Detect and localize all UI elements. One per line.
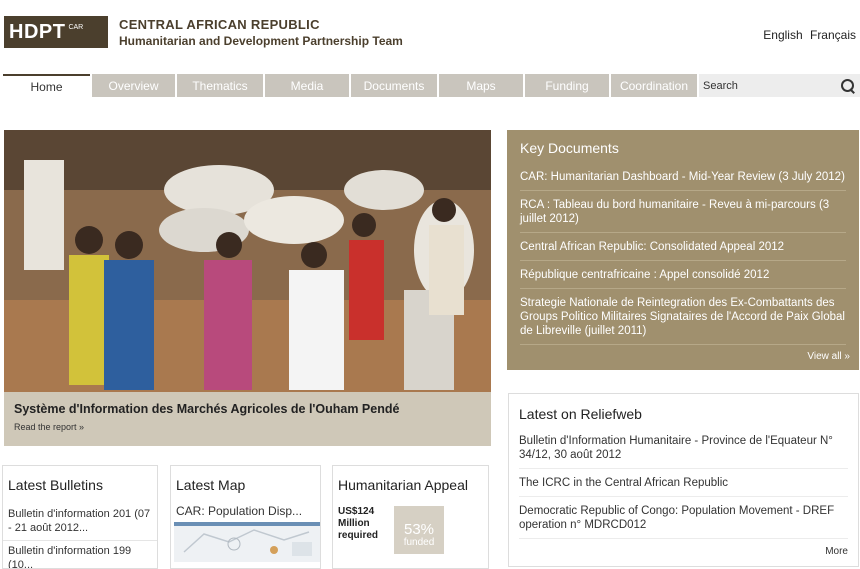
humanitarian-appeal-heading: Humanitarian Appeal <box>338 477 468 493</box>
nav-home[interactable]: Home <box>3 74 90 97</box>
featured-title[interactable]: Système d'Information des Marchés Agrico… <box>14 402 481 416</box>
map-title-link[interactable]: CAR: Population Disp... <box>171 504 320 518</box>
map-thumbnail-graphic <box>174 522 320 562</box>
map-thumbnail-image[interactable] <box>174 522 320 562</box>
funded-indicator[interactable]: 53% funded <box>394 506 444 554</box>
main-nav: Home Overview Thematics Media Documents … <box>3 74 860 97</box>
logo-sub-text: CAR <box>68 23 84 31</box>
lang-english-link[interactable]: English <box>763 28 802 42</box>
appeal-summary: US$124 Million required 53% funded <box>333 504 488 556</box>
search-input[interactable]: Search <box>703 80 738 92</box>
org-name-line1: CENTRAL AFRICAN REPUBLIC <box>119 17 320 32</box>
key-document-link[interactable]: République centrafricaine : Appel consol… <box>520 268 846 289</box>
funded-percent: 53% <box>403 521 435 538</box>
search-box[interactable]: Search <box>699 74 860 97</box>
latest-bulletins-heading: Latest Bulletins <box>8 477 103 493</box>
reliefweb-link[interactable]: Democratic Republic of Congo: Population… <box>519 504 848 539</box>
language-switcher: English Français <box>759 28 856 42</box>
key-documents-heading: Key Documents <box>520 140 619 156</box>
reliefweb-link[interactable]: Bulletin d'Information Humanitaire - Pro… <box>519 434 848 469</box>
view-all-link[interactable]: View all » <box>807 351 850 362</box>
latest-map-heading: Latest Map <box>176 477 246 493</box>
search-icon[interactable] <box>840 78 856 94</box>
appeal-amount: US$124 Million required <box>338 506 379 541</box>
featured-story[interactable]: Système d'Information des Marchés Agrico… <box>4 130 491 446</box>
logo-text: HDPT <box>9 20 66 43</box>
market-photo-image <box>4 130 491 392</box>
key-documents-panel: Key Documents CAR: Humanitarian Dashboar… <box>507 130 859 370</box>
nav-maps[interactable]: Maps <box>439 74 523 97</box>
key-document-link[interactable]: Central African Republic: Consolidated A… <box>520 240 846 261</box>
funded-label: funded <box>403 537 435 548</box>
reliefweb-panel: Latest on Reliefweb Bulletin d'Informati… <box>508 393 859 567</box>
humanitarian-appeal-panel: Humanitarian Appeal US$124 Million requi… <box>332 465 489 569</box>
key-document-link[interactable]: CAR: Humanitarian Dashboard - Mid-Year R… <box>520 170 846 191</box>
nav-media[interactable]: Media <box>265 74 349 97</box>
nav-thematics[interactable]: Thematics <box>177 74 263 97</box>
featured-caption: Système d'Information des Marchés Agrico… <box>4 392 491 446</box>
reliefweb-heading: Latest on Reliefweb <box>519 406 642 422</box>
reliefweb-link[interactable]: The ICRC in the Central African Republic <box>519 476 848 497</box>
nav-overview[interactable]: Overview <box>92 74 175 97</box>
lang-french-link[interactable]: Français <box>810 28 856 42</box>
latest-map-panel: Latest Map CAR: Population Disp... <box>170 465 321 569</box>
more-link[interactable]: More <box>825 546 848 557</box>
org-name-line2: Humanitarian and Development Partnership… <box>119 34 403 48</box>
org-name: CENTRAL AFRICAN REPUBLIC Humanitarian an… <box>119 17 403 48</box>
nav-funding[interactable]: Funding <box>525 74 609 97</box>
key-document-link[interactable]: Strategie Nationale de Reintegration des… <box>520 296 846 345</box>
bulletin-link[interactable]: Bulletin d'information 201 (07 - 21 août… <box>3 504 157 541</box>
read-report-link[interactable]: Read the report » <box>14 422 481 432</box>
hdpt-logo[interactable]: HDPT CAR <box>4 16 108 48</box>
latest-bulletins-panel: Latest Bulletins Bulletin d'information … <box>2 465 158 569</box>
nav-documents[interactable]: Documents <box>351 74 437 97</box>
bulletin-link[interactable]: Bulletin d'information 199 (10... <box>3 541 157 568</box>
key-document-link[interactable]: RCA : Tableau du bord humanitaire - Reve… <box>520 198 846 233</box>
nav-coordination[interactable]: Coordination <box>611 74 697 97</box>
